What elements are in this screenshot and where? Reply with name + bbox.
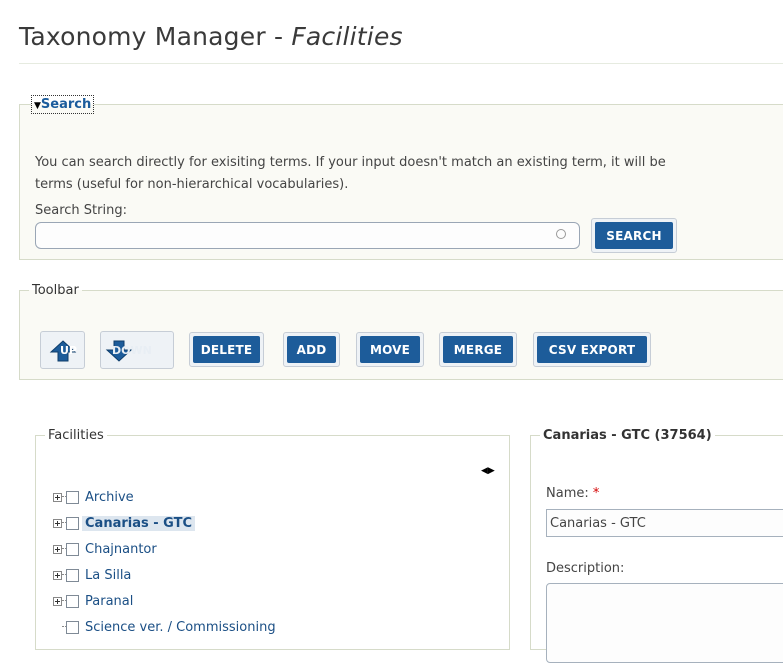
add-button[interactable]: ADD bbox=[283, 332, 340, 367]
expand-icon[interactable] bbox=[53, 518, 62, 528]
description-field[interactable] bbox=[546, 583, 783, 663]
search-legend-label: Search bbox=[40, 97, 92, 112]
search-help-text: You can search directly for exisiting te… bbox=[35, 152, 666, 196]
expand-icon[interactable] bbox=[53, 570, 62, 580]
page-title-vocabulary: Facilities bbox=[291, 22, 403, 51]
page-title-prefix: Taxonomy Manager - bbox=[19, 22, 292, 51]
resize-arrows-icon[interactable]: ◀▶ bbox=[481, 466, 495, 476]
move-down-button[interactable]: DOWN bbox=[100, 331, 174, 369]
tree-item-label[interactable]: Paranal bbox=[85, 594, 133, 609]
toolbar-fieldset: Toolbar UP DOWN DELETE ADD MOVE MERGE CS… bbox=[19, 283, 783, 380]
delete-button-label: DELETE bbox=[193, 336, 260, 363]
tree-item-checkbox[interactable] bbox=[66, 620, 79, 634]
page-title: Taxonomy Manager - Facilities bbox=[19, 22, 403, 51]
tree-item-label[interactable]: Science ver. / Commissioning bbox=[85, 620, 276, 635]
expand-icon[interactable] bbox=[53, 596, 62, 606]
tree-item-checkbox[interactable] bbox=[66, 542, 79, 556]
expand-icon[interactable] bbox=[53, 544, 62, 554]
toolbar-legend: Toolbar bbox=[32, 283, 79, 298]
tree-item-label[interactable]: Archive bbox=[85, 490, 134, 505]
merge-button-label: MERGE bbox=[443, 336, 513, 363]
search-help-line-2: terms (useful for non-hierarchical vocab… bbox=[35, 177, 349, 192]
move-button-label: MOVE bbox=[360, 336, 420, 363]
tree-item-science-ver-commissioning[interactable]: Science ver. / Commissioning bbox=[53, 617, 276, 637]
search-button[interactable]: SEARCH bbox=[591, 218, 677, 253]
merge-button[interactable]: MERGE bbox=[439, 332, 517, 367]
tree-item-label[interactable]: La Silla bbox=[85, 568, 131, 583]
tree-item-canarias-gtc[interactable]: Canarias - GTC bbox=[53, 513, 196, 533]
tree-item-paranal[interactable]: Paranal bbox=[53, 591, 133, 611]
move-down-label: DOWN bbox=[112, 344, 152, 357]
description-field-label: Description: bbox=[546, 561, 625, 576]
search-help-line-1: You can search directly for exisiting te… bbox=[35, 155, 666, 170]
search-string-label: Search String: bbox=[35, 203, 127, 218]
tree-item-chajnantor[interactable]: Chajnantor bbox=[53, 539, 157, 559]
term-detail-legend: Canarias - GTC (37564) bbox=[543, 428, 712, 443]
tree-item-checkbox[interactable] bbox=[66, 490, 79, 504]
csv-export-button[interactable]: CSV EXPORT bbox=[533, 332, 651, 367]
move-button[interactable]: MOVE bbox=[356, 332, 424, 367]
collapse-triangle-icon: ▼ bbox=[34, 101, 41, 111]
search-button-label: SEARCH bbox=[595, 222, 673, 249]
add-button-label: ADD bbox=[287, 336, 336, 363]
required-marker: * bbox=[592, 486, 600, 501]
expand-icon[interactable] bbox=[53, 492, 62, 502]
name-label-text: Name: bbox=[546, 486, 589, 501]
search-fieldset: ▼Search You can search directly for exis… bbox=[19, 95, 783, 260]
search-input[interactable] bbox=[35, 222, 580, 249]
move-up-label: UP bbox=[60, 344, 77, 357]
tree-item-checkbox[interactable] bbox=[66, 568, 79, 582]
delete-button[interactable]: DELETE bbox=[189, 332, 264, 367]
tree-item-checkbox[interactable] bbox=[66, 516, 79, 530]
title-divider bbox=[19, 63, 783, 64]
tree-item-checkbox[interactable] bbox=[66, 594, 79, 608]
move-up-button[interactable]: UP bbox=[40, 331, 85, 369]
csv-export-button-label: CSV EXPORT bbox=[537, 336, 647, 363]
search-toggle[interactable]: ▼Search bbox=[31, 95, 95, 114]
tree-item-la-silla[interactable]: La Silla bbox=[53, 565, 131, 585]
search-spinner-icon bbox=[556, 229, 566, 239]
tree-item-label[interactable]: Canarias - GTC bbox=[82, 515, 196, 531]
tree-item-label[interactable]: Chajnantor bbox=[85, 542, 157, 557]
name-field[interactable] bbox=[546, 509, 783, 537]
facilities-legend: Facilities bbox=[48, 428, 104, 443]
tree-item-archive[interactable]: Archive bbox=[53, 487, 134, 507]
name-field-label: Name: * bbox=[546, 486, 599, 501]
